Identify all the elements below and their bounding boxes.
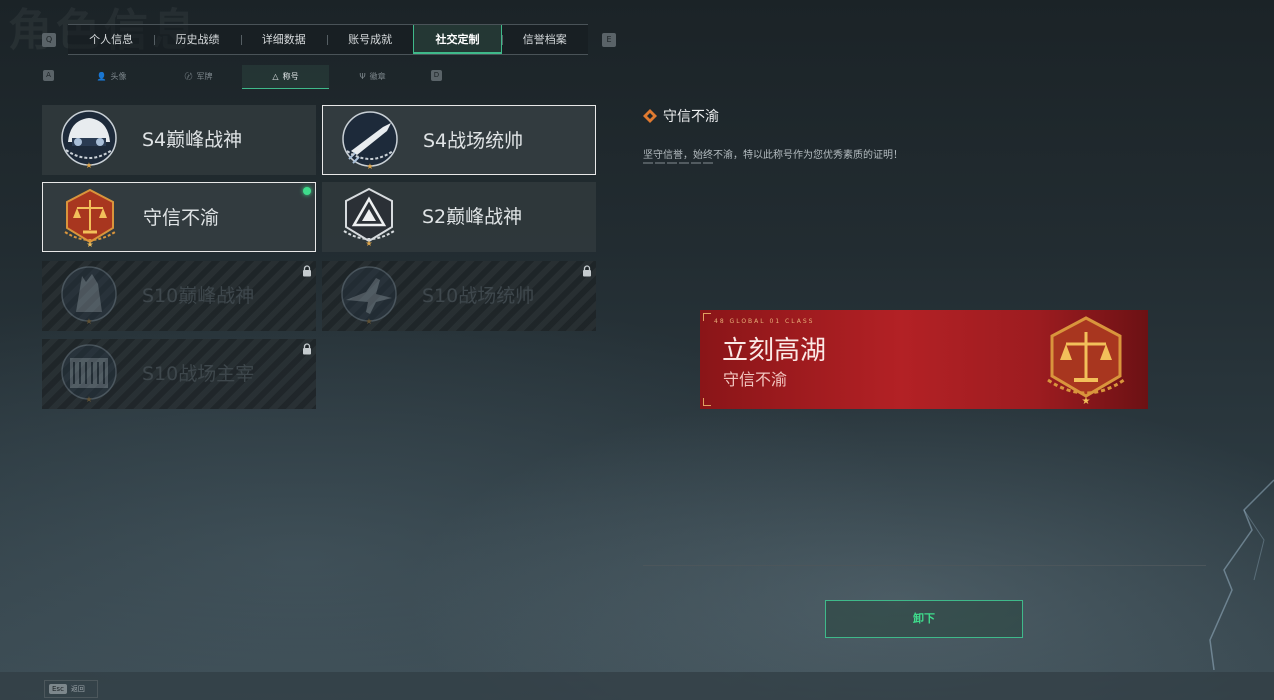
subtab-avatar[interactable]: 👤 头像 — [68, 65, 155, 89]
title-card-s10-battlefield-commander[interactable]: ★ S10战场统帅 — [322, 261, 596, 331]
title-card-s4-battlefield-commander[interactable]: ★ S4战场统帅 — [322, 105, 596, 175]
title-name: S10战场主宰 — [142, 363, 255, 385]
scales-badge-icon: ★ — [64, 188, 116, 248]
diamond-icon — [643, 109, 657, 123]
dogtag-icon: 〄 — [184, 72, 193, 81]
nameplate-title: 守信不渝 — [723, 370, 788, 389]
title-name: 守信不渝 — [143, 207, 220, 229]
scales-badge-icon: ★ — [1047, 316, 1125, 406]
person-icon: 👤 — [96, 72, 107, 81]
rocket-badge-icon: ★ — [342, 111, 398, 171]
detail-description: 坚守信誉，始终不渝，特以此称号作为您优秀素质的证明！ — [643, 150, 903, 161]
emblem-icon: Ψ — [359, 72, 366, 81]
back-label: 返回 — [70, 685, 85, 693]
corner-frame — [703, 398, 711, 406]
svg-text:★: ★ — [86, 240, 93, 248]
jet-badge-icon: ★ — [341, 266, 397, 326]
main-tabs: 个人信息 历史战绩 详细数据 账号成就 社交定制 信誉档案 — [68, 24, 588, 55]
subtab-dogtag[interactable]: 〄军牌 — [155, 65, 242, 89]
tab-achievements[interactable]: 账号成就 — [326, 25, 413, 54]
corner-frame — [703, 313, 711, 321]
subtab-emblem[interactable]: Ψ 徽章 — [329, 65, 416, 89]
title-name: S10巅峰战神 — [142, 285, 255, 307]
decorative-divider — [643, 162, 713, 164]
lock-icon — [583, 265, 591, 277]
helmet-badge-icon: ★ — [61, 110, 117, 170]
svg-text:★: ★ — [366, 162, 373, 171]
tab-detailed-data[interactable]: 详细数据 — [240, 25, 327, 54]
prev-subtab-key-hint: A — [43, 70, 54, 81]
prev-tab-key-hint: Q — [42, 33, 56, 47]
colosseum-badge-icon: ★ — [61, 344, 117, 404]
next-subtab-key-hint: D — [431, 70, 442, 81]
title-name: S10战场统帅 — [422, 285, 535, 307]
lock-icon — [303, 265, 311, 277]
sub-tabs: 👤 头像 〄军牌 △ 称号 Ψ 徽章 — [68, 65, 428, 89]
nameplate-tiny-text: 48 GLOBAL 01 CLASS — [714, 318, 815, 325]
unequip-button[interactable]: 卸下 — [825, 600, 1023, 638]
title-card-s10-battlefield-dominator[interactable]: ★ S10战场主宰 — [42, 339, 316, 409]
next-tab-key-hint: E — [602, 33, 616, 47]
tab-personal-info[interactable]: 个人信息 — [68, 25, 154, 54]
lock-icon — [303, 343, 311, 355]
title-card-keep-faith[interactable]: ★ 守信不渝 — [42, 182, 316, 252]
title-card-s2-peak-god[interactable]: ★ S2巅峰战神 — [322, 182, 596, 252]
title-name: S2巅峰战神 — [422, 206, 523, 228]
svg-text:★: ★ — [365, 317, 372, 326]
svg-text:★: ★ — [85, 395, 92, 404]
svg-text:★: ★ — [85, 161, 92, 170]
tab-social-customization[interactable]: 社交定制 — [413, 25, 502, 54]
tower-badge-icon: ★ — [61, 266, 117, 326]
title-card-s4-peak-god[interactable]: ★ S4巅峰战神 — [42, 105, 316, 175]
svg-text:★: ★ — [1082, 396, 1091, 406]
subtab-label: 称号 — [282, 72, 299, 81]
svg-text:★: ★ — [85, 317, 92, 326]
tab-match-history[interactable]: 历史战绩 — [154, 25, 240, 54]
title-card-s10-peak-god[interactable]: ★ S10巅峰战神 — [42, 261, 316, 331]
player-name: 立刻高湖 — [722, 336, 827, 366]
detail-title: 守信不渝 — [663, 109, 719, 125]
subtab-label: 徽章 — [369, 72, 386, 81]
subtab-title[interactable]: △ 称号 — [242, 65, 329, 89]
subtab-label: 军牌 — [196, 72, 213, 81]
title-name: S4巅峰战神 — [142, 129, 243, 151]
triangle-icon: △ — [272, 72, 279, 81]
lightning-decoration — [1209, 479, 1274, 670]
svg-text:★: ★ — [365, 239, 372, 247]
tab-credit-record[interactable]: 信誉档案 — [501, 25, 588, 54]
nameplate-preview: 48 GLOBAL 01 CLASS 立刻高湖 守信不渝 ★ — [700, 310, 1148, 409]
equipped-indicator — [303, 187, 311, 195]
triangle-badge-icon: ★ — [343, 187, 395, 247]
subtab-label: 头像 — [110, 72, 127, 81]
back-button[interactable]: Esc 返回 — [44, 680, 98, 698]
detail-heading: 守信不渝 — [643, 106, 719, 126]
title-name: S4战场统帅 — [423, 130, 524, 152]
bottom-bar — [0, 672, 1274, 700]
esc-key-hint: Esc — [49, 684, 67, 694]
